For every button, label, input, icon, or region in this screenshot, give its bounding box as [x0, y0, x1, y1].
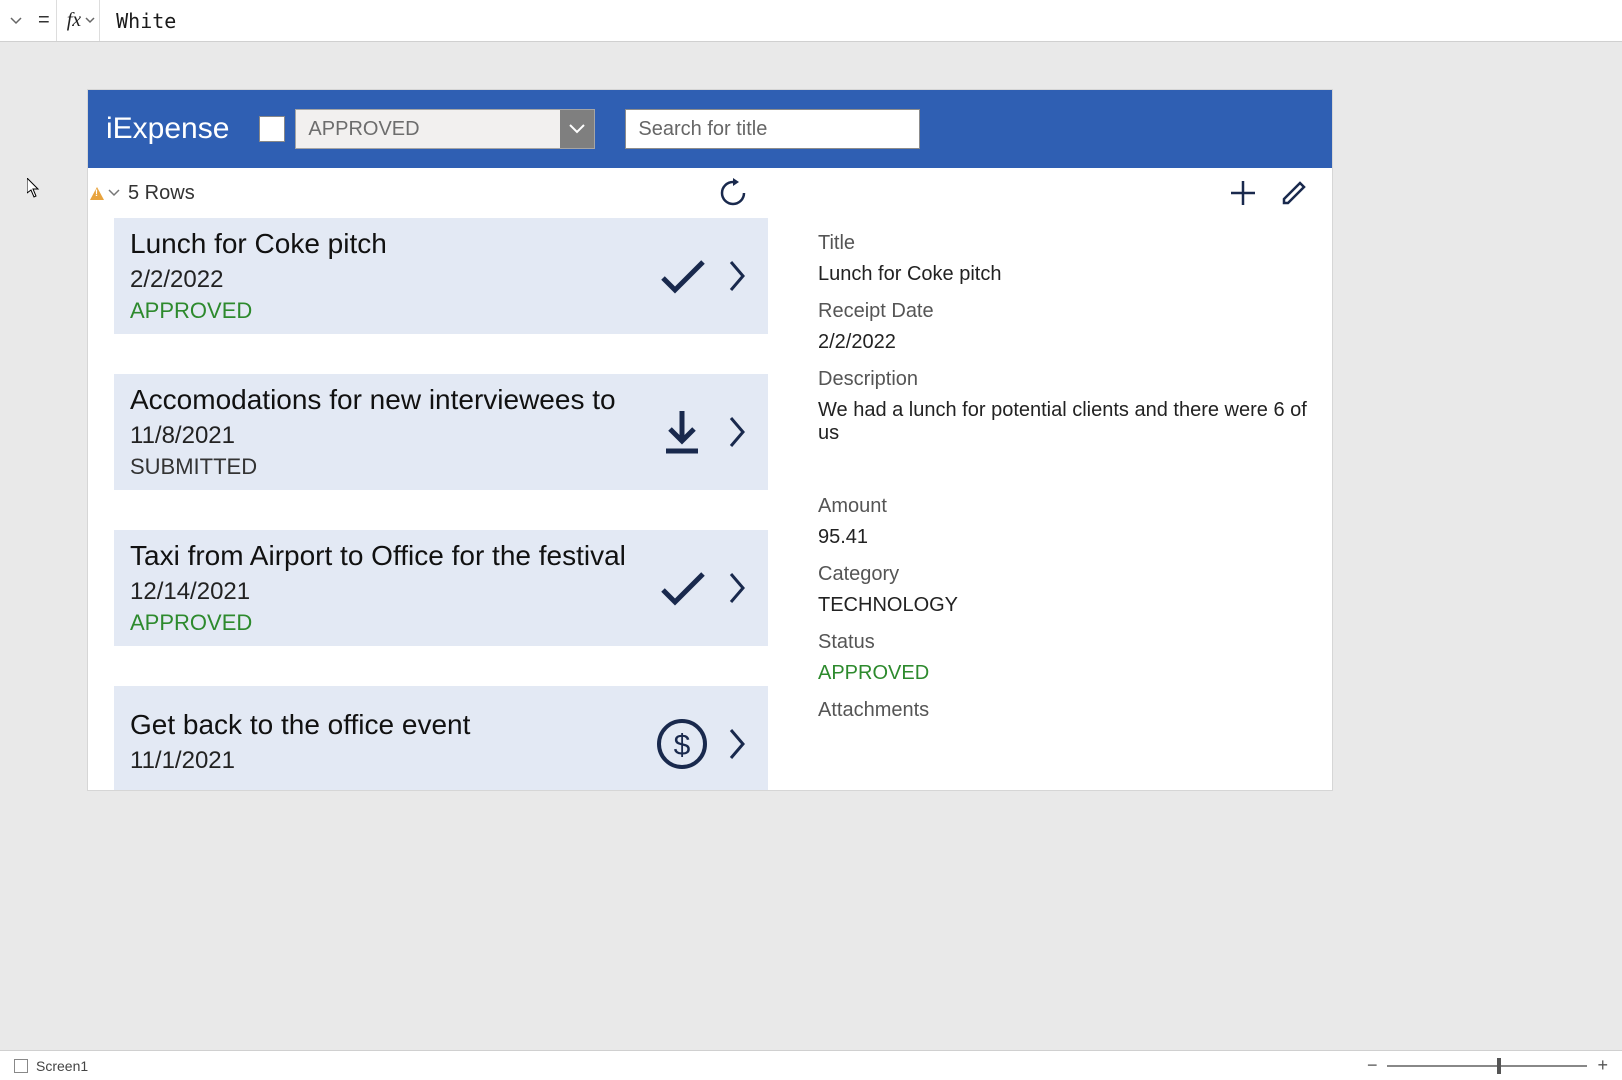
row-title: Taxi from Airport to Office for the fest… [130, 540, 642, 572]
dollar-icon: $ [654, 718, 710, 770]
label-amount: Amount [818, 495, 1312, 518]
cursor-icon [27, 178, 41, 198]
value-receipt-date: 2/2/2022 [818, 331, 1312, 354]
zoom-out-button[interactable]: − [1367, 1055, 1378, 1076]
row-status: APPROVED [130, 610, 642, 636]
search-input[interactable] [638, 118, 907, 141]
list-item[interactable]: Get back to the office event 11/1/2021 $ [114, 686, 768, 790]
label-description: Description [818, 368, 1312, 391]
search-input-container[interactable] [625, 109, 920, 149]
value-amount: 95.41 [818, 526, 1312, 549]
chevron-right-icon[interactable] [722, 570, 752, 606]
row-date: 11/1/2021 [130, 747, 642, 775]
add-button[interactable] [1228, 178, 1258, 208]
status-dropdown-text: APPROVED [296, 118, 560, 141]
check-icon [654, 568, 710, 608]
row-status: SUBMITTED [130, 454, 642, 480]
screen-checkbox[interactable] [14, 1059, 28, 1073]
right-pane: Title Lunch for Coke pitch Receipt Date … [768, 168, 1332, 790]
rows-bar: 5 Rows [88, 168, 768, 218]
label-title: Title [818, 232, 1312, 255]
app-title: iExpense [106, 112, 229, 146]
status-bar: Screen1 − + [0, 1050, 1622, 1080]
row-date: 12/14/2021 [130, 578, 642, 606]
zoom-slider[interactable] [1387, 1065, 1587, 1067]
check-icon [654, 256, 710, 296]
fx-label[interactable]: fx [63, 0, 100, 41]
value-status: APPROVED [818, 662, 1312, 685]
refresh-button[interactable] [718, 178, 748, 208]
chevron-right-icon[interactable] [722, 726, 752, 762]
row-status: APPROVED [130, 298, 642, 324]
download-icon [654, 407, 710, 457]
chevron-down-icon[interactable] [560, 110, 594, 148]
detail-panel[interactable]: Title Lunch for Coke pitch Receipt Date … [768, 218, 1332, 790]
chevron-right-icon[interactable] [722, 414, 752, 450]
screen-name: Screen1 [36, 1058, 88, 1074]
chevron-right-icon[interactable] [722, 258, 752, 294]
chevron-down-icon[interactable] [108, 189, 120, 197]
value-title: Lunch for Coke pitch [818, 263, 1312, 286]
row-date: 11/8/2021 [130, 422, 642, 450]
row-title: Get back to the office event [130, 709, 642, 741]
list-item[interactable]: Lunch for Coke pitch 2/2/2022 APPROVED [114, 218, 768, 334]
detail-toolbar [768, 168, 1332, 218]
row-date: 2/2/2022 [130, 266, 642, 294]
list-item[interactable]: Accomodations for new interviewees to 11… [114, 374, 768, 490]
formula-input[interactable] [106, 9, 1616, 33]
list-item[interactable]: Taxi from Airport to Office for the fest… [114, 530, 768, 646]
warning-icon [90, 187, 104, 200]
canvas-area: iExpense APPROVED [0, 42, 1622, 890]
zoom-in-button[interactable]: + [1597, 1055, 1608, 1076]
svg-text:$: $ [674, 729, 691, 762]
equals-label: = [32, 0, 57, 41]
property-dropdown[interactable] [6, 11, 26, 31]
status-dropdown[interactable]: APPROVED [295, 109, 595, 149]
formula-bar: = fx [0, 0, 1622, 42]
app-header: iExpense APPROVED [88, 90, 1332, 168]
row-title: Accomodations for new interviewees to [130, 384, 642, 416]
rows-count: 5 Rows [128, 182, 195, 205]
value-description: We had a lunch for potential clients and… [818, 399, 1312, 445]
row-title: Lunch for Coke pitch [130, 228, 642, 260]
expense-list[interactable]: Lunch for Coke pitch 2/2/2022 APPROVED A… [88, 218, 768, 790]
left-pane: 5 Rows Lunch for Coke pitch 2/2/2022 APP… [88, 168, 768, 790]
label-attachments: Attachments [818, 699, 1312, 722]
filter-checkbox[interactable] [259, 116, 285, 142]
value-category: TECHNOLOGY [818, 594, 1312, 617]
label-category: Category [818, 563, 1312, 586]
edit-button[interactable] [1280, 179, 1308, 207]
zoom-handle[interactable] [1497, 1058, 1501, 1074]
label-receipt-date: Receipt Date [818, 300, 1312, 323]
label-status: Status [818, 631, 1312, 654]
app-frame: iExpense APPROVED [88, 90, 1332, 790]
